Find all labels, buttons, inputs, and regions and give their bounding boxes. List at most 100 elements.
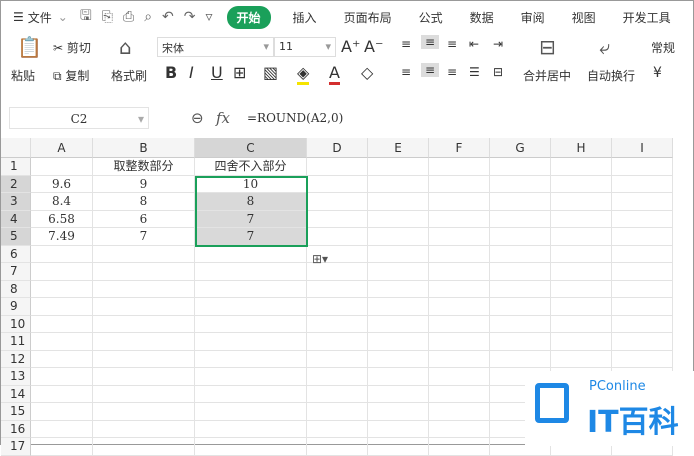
cell-D14[interactable] bbox=[307, 385, 368, 403]
cell-I4[interactable] bbox=[612, 210, 673, 228]
zoom-icon[interactable]: ⊖ bbox=[191, 109, 204, 127]
cell-C12[interactable] bbox=[195, 350, 307, 368]
cell-D2[interactable] bbox=[307, 175, 368, 193]
currency-button[interactable]: ¥ bbox=[653, 65, 662, 81]
font-name-select[interactable]: 宋体 ▾ bbox=[157, 37, 274, 57]
cell-I3[interactable] bbox=[612, 193, 673, 211]
cell-D4[interactable] bbox=[307, 210, 368, 228]
cell-G4[interactable] bbox=[490, 210, 551, 228]
cell-G5[interactable] bbox=[490, 228, 551, 246]
cell-I8[interactable] bbox=[612, 280, 673, 298]
row-header-5[interactable]: 5 bbox=[1, 228, 31, 246]
formula-input[interactable]: =ROUND(A2,0) bbox=[247, 107, 343, 129]
cell-D8[interactable] bbox=[307, 280, 368, 298]
cell-C14[interactable] bbox=[195, 385, 307, 403]
cell-D16[interactable] bbox=[307, 420, 368, 438]
wrap-text-icon[interactable]: ⤶ bbox=[599, 35, 610, 59]
cell-E10[interactable] bbox=[368, 315, 429, 333]
cell-A4[interactable]: 6.58 bbox=[31, 210, 93, 228]
paste-icon[interactable]: 📋 bbox=[17, 35, 42, 59]
cell-E13[interactable] bbox=[368, 368, 429, 386]
column-header-D[interactable]: D bbox=[307, 138, 368, 158]
cell-I9[interactable] bbox=[612, 298, 673, 316]
tab-insert[interactable]: 插入 bbox=[293, 9, 317, 26]
cell-H2[interactable] bbox=[551, 175, 612, 193]
cell-C9[interactable] bbox=[195, 298, 307, 316]
cell-C7[interactable] bbox=[195, 263, 307, 281]
column-header-F[interactable]: F bbox=[429, 138, 490, 158]
cell-A12[interactable] bbox=[31, 350, 93, 368]
select-all-corner[interactable] bbox=[1, 138, 31, 158]
cell-E6[interactable] bbox=[368, 245, 429, 263]
cell-B8[interactable] bbox=[93, 280, 195, 298]
cell-B16[interactable] bbox=[93, 420, 195, 438]
cell-A17[interactable] bbox=[31, 438, 93, 456]
undo-icon[interactable]: ↶ bbox=[162, 9, 174, 25]
cell-B2[interactable]: 9 bbox=[93, 175, 195, 193]
cell-A10[interactable] bbox=[31, 315, 93, 333]
cell-E8[interactable] bbox=[368, 280, 429, 298]
cell-F12[interactable] bbox=[429, 350, 490, 368]
cell-B3[interactable]: 8 bbox=[93, 193, 195, 211]
cell-F9[interactable] bbox=[429, 298, 490, 316]
cell-A16[interactable] bbox=[31, 420, 93, 438]
cell-B17[interactable] bbox=[93, 438, 195, 456]
cell-H10[interactable] bbox=[551, 315, 612, 333]
row-header-1[interactable]: 1 bbox=[1, 158, 31, 176]
cell-G1[interactable] bbox=[490, 158, 551, 176]
cell-A1[interactable] bbox=[31, 158, 93, 176]
cell-A8[interactable] bbox=[31, 280, 93, 298]
cell-E7[interactable] bbox=[368, 263, 429, 281]
cell-F5[interactable] bbox=[429, 228, 490, 246]
cell-A9[interactable] bbox=[31, 298, 93, 316]
cell-E3[interactable] bbox=[368, 193, 429, 211]
cell-B4[interactable]: 6 bbox=[93, 210, 195, 228]
row-header-14[interactable]: 14 bbox=[1, 385, 31, 403]
indent-decrease-icon[interactable]: ⇤ bbox=[469, 37, 479, 51]
cell-I11[interactable] bbox=[612, 333, 673, 351]
cell-D3[interactable] bbox=[307, 193, 368, 211]
cell-E9[interactable] bbox=[368, 298, 429, 316]
cell-D15[interactable] bbox=[307, 403, 368, 421]
export-icon[interactable]: ⎘ bbox=[102, 9, 113, 25]
fx-icon[interactable]: fx bbox=[216, 109, 230, 127]
paste-options-icon[interactable]: ⊞▾ bbox=[312, 252, 328, 266]
justify-icon[interactable]: ☰ bbox=[469, 65, 480, 79]
cell-G10[interactable] bbox=[490, 315, 551, 333]
align-middle-icon[interactable]: ≡ bbox=[421, 35, 440, 49]
cut-button[interactable]: ✂ 剪切 bbox=[53, 39, 91, 56]
cell-D1[interactable] bbox=[307, 158, 368, 176]
cell-F8[interactable] bbox=[429, 280, 490, 298]
cell-I7[interactable] bbox=[612, 263, 673, 281]
tab-formulas[interactable]: 公式 bbox=[419, 9, 443, 26]
brush-icon[interactable]: ⌂ bbox=[119, 35, 132, 59]
cell-D5[interactable] bbox=[307, 228, 368, 246]
cell-C5[interactable]: 7 bbox=[195, 228, 307, 246]
cell-B6[interactable] bbox=[93, 245, 195, 263]
row-header-10[interactable]: 10 bbox=[1, 315, 31, 333]
cell-E11[interactable] bbox=[368, 333, 429, 351]
cell-G12[interactable] bbox=[490, 350, 551, 368]
cell-E17[interactable] bbox=[368, 438, 429, 456]
cell-C3[interactable]: 8 bbox=[195, 193, 307, 211]
eraser-icon[interactable]: ◇ bbox=[361, 63, 373, 82]
row-header-9[interactable]: 9 bbox=[1, 298, 31, 316]
align-right-icon[interactable]: ≡ bbox=[447, 65, 457, 79]
column-header-G[interactable]: G bbox=[490, 138, 551, 158]
cell-E14[interactable] bbox=[368, 385, 429, 403]
cell-A13[interactable] bbox=[31, 368, 93, 386]
cell-C8[interactable] bbox=[195, 280, 307, 298]
cell-H5[interactable] bbox=[551, 228, 612, 246]
cell-E4[interactable] bbox=[368, 210, 429, 228]
merge-icon[interactable]: ⊟ bbox=[539, 35, 556, 59]
cell-A3[interactable]: 8.4 bbox=[31, 193, 93, 211]
cell-I1[interactable] bbox=[612, 158, 673, 176]
tab-developer[interactable]: 开发工具 bbox=[623, 9, 671, 26]
cell-E1[interactable] bbox=[368, 158, 429, 176]
number-format-select[interactable]: 常规 bbox=[651, 39, 675, 56]
indent-increase-icon[interactable]: ⇥ bbox=[493, 37, 503, 51]
format-painter-button[interactable]: 格式刷 bbox=[111, 67, 147, 84]
align-top-icon[interactable]: ≡ bbox=[401, 37, 411, 51]
cell-I5[interactable] bbox=[612, 228, 673, 246]
cell-D12[interactable] bbox=[307, 350, 368, 368]
